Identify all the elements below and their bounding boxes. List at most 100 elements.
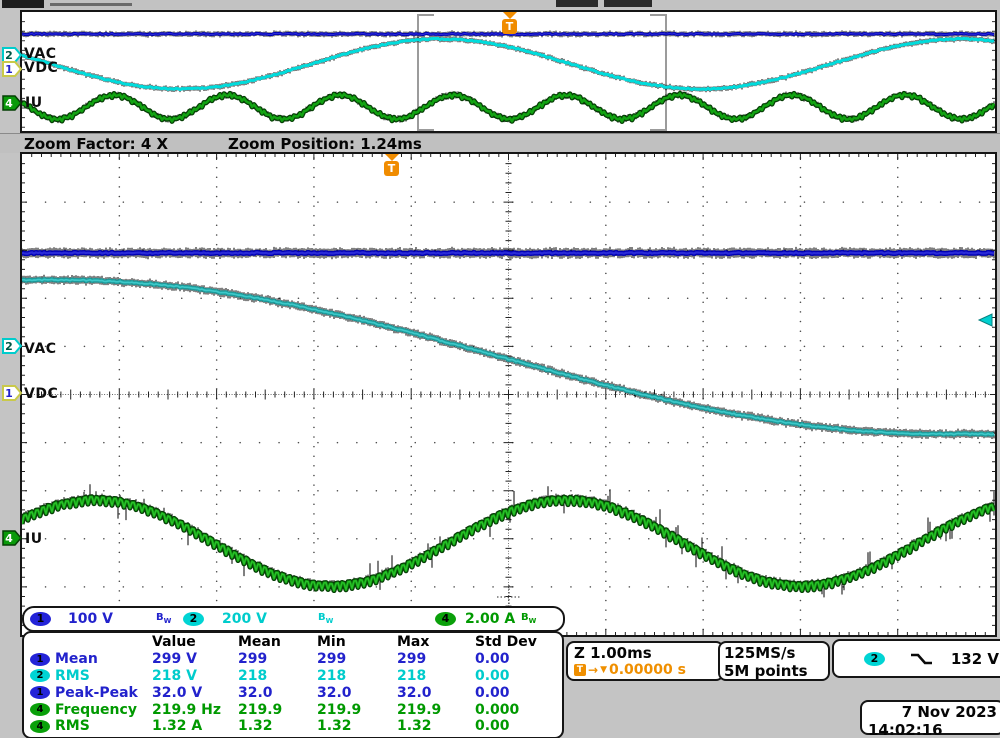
ch1-scale[interactable]: 100 V [68,611,113,627]
ch2-tag-digit: 2 [5,340,13,353]
measurement-row-name[interactable]: 1Mean [26,651,152,667]
ch4-bandwidth-icon: BW [521,612,536,625]
acquisition-box[interactable]: 125MS/s 5M points [718,641,830,681]
trigger-position-readout: T→▼0.00000 s [574,662,716,678]
trigger-settings-box[interactable]: 2 132 V [832,639,1000,678]
header-clipped-text [2,0,44,8]
trigger-source-badge: 2 [864,652,885,666]
ch2-bandwidth-icon: BW [318,612,333,625]
measurement-max: 32.0 [397,685,475,701]
measurement-min: 1.32 [317,718,397,734]
col-min: Min [317,634,397,650]
trigger-t-icon: T [574,664,586,676]
ch4-position-marker[interactable]: 4 [2,530,22,546]
trigger-level-arrow[interactable] [977,313,993,327]
measurement-max: 219.9 [397,702,475,718]
zoom-factor-label: Zoom Factor: 4 X [24,135,168,153]
measurement-std: 0.000 [475,702,562,718]
measurement-row-name[interactable]: 4Frequency [26,702,152,718]
trigger-position-marker[interactable]: T [384,161,399,176]
measurement-std: 0.00 [475,651,562,667]
header-clipped-text [604,0,652,7]
measurement-min: 218 [317,668,397,684]
measurement-value: 219.9 Hz [152,702,238,718]
ch4-badge: 4 [30,703,50,716]
col-std: Std Dev [475,634,562,650]
horizontal-settings-box[interactable]: Z 1.00ms T→▼0.00000 s [566,641,724,681]
measurement-max: 299 [397,651,475,667]
col-mean: Mean [238,634,317,650]
measurement-mean: 219.9 [238,702,317,718]
ch1-position-marker[interactable]: 1 [2,385,22,401]
col-max: Max [397,634,475,650]
measurement-std: 0.00 [475,718,562,734]
ch2-badge[interactable]: 2 [183,612,204,626]
header-clipped-text [556,0,598,7]
measurement-min: 299 [317,651,397,667]
ch4-badge: 4 [30,720,50,733]
triangle-down-icon: ▼ [600,665,607,675]
measurement-max: 218 [397,668,475,684]
ch1-position-marker[interactable]: 1 [2,61,22,77]
ch1-tag-digit: 1 [5,63,13,76]
record-length: 5M points [724,662,824,680]
measurement-min: 32.0 [317,685,397,701]
ch2-position-marker[interactable]: 2 [2,338,22,354]
ch1-badge: 1 [30,686,50,699]
measurement-row-name[interactable]: 1Peak-Peak [26,685,152,701]
ch4-scale[interactable]: 2.00 A [465,611,515,627]
measurement-row-name[interactable]: 2RMS [26,668,152,684]
time-value: 14:02:16 [868,721,997,738]
measurement-value: 1.32 A [152,718,238,734]
ch1-tag-digit: 1 [5,387,13,400]
zoom-label-vac: VAC [24,341,57,357]
ch1-badge[interactable]: 1 [30,612,51,626]
ch4-tag-digit: 4 [5,97,13,110]
zoom-scale-readout: Z 1.00ms [574,644,716,662]
header-clipped-text [50,3,132,6]
falling-edge-icon [909,651,934,667]
measurement-min: 219.9 [317,702,397,718]
measurement-value: 218 V [152,668,238,684]
channel-scale-readout: 1 100 V BW 2 200 V BW 4 2.00 A BW [22,606,565,632]
date-value: 7 Nov 2023 [868,703,997,721]
measurement-max: 1.32 [397,718,475,734]
overview-label-vdc: VDC [24,60,58,76]
col-value: Value [152,634,238,650]
trigger-position-icon[interactable] [385,154,399,161]
ch1-bandwidth-icon: BW [156,612,171,625]
ch4-badge[interactable]: 4 [435,612,456,626]
trigger-position-icon[interactable] [503,12,517,19]
zoom-waveforms [22,154,995,635]
zoom-position-label: Zoom Position: 1.24ms [228,135,422,153]
ch2-scale[interactable]: 200 V [222,611,267,627]
measurement-mean: 299 [238,651,317,667]
oscilloscope-screen: T 2 1 4 VAC VDC IU Zoom Factor: 4 X Zoom… [0,0,1000,738]
zoom-info-bar: Zoom Factor: 4 X Zoom Position: 1.24ms [0,133,1000,153]
measurement-std: 0.00 [475,668,562,684]
measurement-mean: 218 [238,668,317,684]
overview-label-iu: IU [25,95,43,111]
ch2-badge: 2 [30,669,50,682]
measurement-table[interactable]: Value Mean Min Max Std Dev 1Mean 299 V 2… [22,631,564,738]
sample-rate: 125MS/s [724,644,824,662]
overview-waveform-panel[interactable]: T [20,10,997,133]
ch4-tag-digit: 4 [5,532,13,545]
measurement-mean: 32.0 [238,685,317,701]
trigger-position-value: 0.00000 s [609,662,686,678]
trigger-position-marker[interactable]: T [502,19,517,34]
trigger-level-value: 132 V [951,650,999,668]
zoom-waveform-panel[interactable]: T [20,152,997,637]
zoom-label-vdc: VDC [24,386,58,402]
measurement-row-name[interactable]: 4RMS [26,718,152,734]
measurement-std: 0.00 [475,685,562,701]
zoom-label-iu: IU [25,531,43,547]
header-bar [0,0,1000,9]
ch4-position-marker[interactable]: 4 [2,95,22,111]
measurement-mean: 1.32 [238,718,317,734]
datetime-box[interactable]: 7 Nov 2023 14:02:16 [860,700,1000,735]
arrow-right-icon: → [588,663,598,677]
ch1-badge: 1 [30,653,50,666]
measurement-value: 32.0 V [152,685,238,701]
measurement-value: 299 V [152,651,238,667]
